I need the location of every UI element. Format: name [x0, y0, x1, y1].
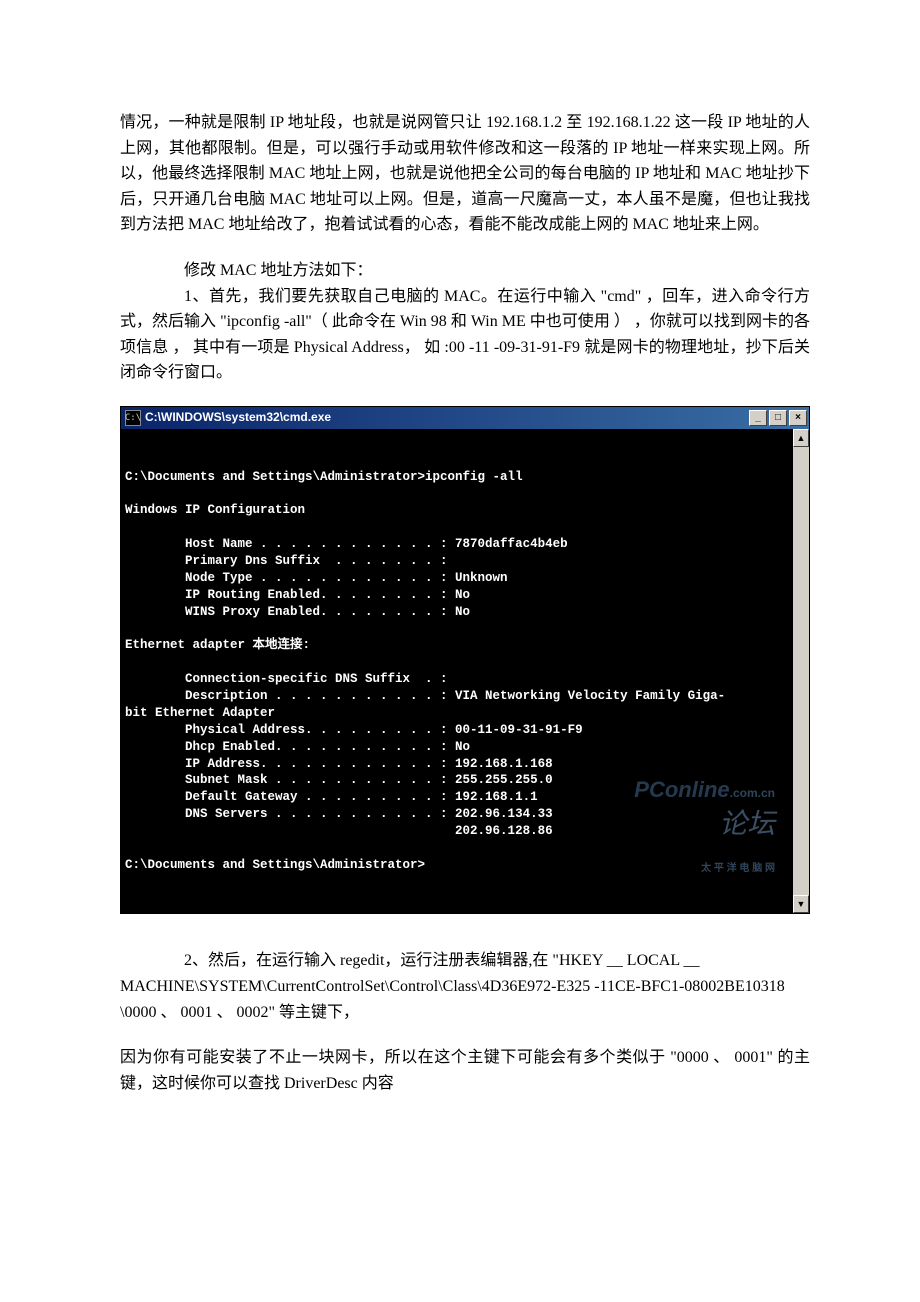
method-step-1: 1、首先，我们要先获取自己电脑的 MAC。在运行中输入 "cmd" ，回车，进入…	[120, 284, 810, 386]
maximize-button[interactable]: □	[769, 410, 787, 426]
scroll-up-button[interactable]: ▲	[793, 429, 809, 447]
cmd-output[interactable]: C:\Documents and Settings\Administrator>…	[121, 429, 793, 914]
cmd-body-wrap: C:\Documents and Settings\Administrator>…	[121, 429, 809, 914]
cmd-titlebar[interactable]: C:\ C:\WINDOWS\system32\cmd.exe _ □ ×	[121, 407, 809, 429]
close-button[interactable]: ×	[789, 410, 807, 426]
watermark-forum: 论坛	[719, 808, 775, 839]
scroll-track[interactable]	[793, 447, 809, 896]
document-page: 情况，一种就是限制 IP 地址段，也就是说网管只让 192.168.1.2 至 …	[0, 0, 920, 1176]
paragraph-4: 因为你有可能安装了不止一块网卡，所以在这个主键下可能会有多个类似于 "0000 …	[120, 1045, 810, 1096]
paragraph-2: 修改 MAC 地址方法如下： 1、首先，我们要先获取自己电脑的 MAC。在运行中…	[120, 258, 810, 386]
watermark-cn: 太 平 洋 电 脑 网	[701, 863, 775, 874]
cmd-window: C:\ C:\WINDOWS\system32\cmd.exe _ □ × C:…	[120, 406, 810, 915]
scroll-down-button[interactable]: ▼	[793, 895, 809, 913]
cmd-text: C:\Documents and Settings\Administrator>…	[125, 470, 725, 872]
cmd-app-icon: C:\	[125, 410, 141, 426]
cmd-scrollbar[interactable]: ▲ ▼	[793, 429, 809, 914]
cmd-title-left: C:\ C:\WINDOWS\system32\cmd.exe	[125, 408, 331, 427]
paragraph-3: 2、然后，在运行输入 regedit，运行注册表编辑器,在 "HKEY __ L…	[120, 948, 810, 1025]
minimize-button[interactable]: _	[749, 410, 767, 426]
paragraph-1: 情况，一种就是限制 IP 地址段，也就是说网管只让 192.168.1.2 至 …	[120, 110, 810, 238]
method-title: 修改 MAC 地址方法如下：	[120, 258, 810, 284]
watermark-logo: PConline	[634, 777, 729, 802]
window-controls: _ □ ×	[749, 410, 807, 426]
watermark-domain: .com.cn	[730, 786, 775, 800]
watermark: PConline.com.cn 论坛 太 平 洋 电 脑 网	[601, 759, 775, 892]
cmd-title-text: C:\WINDOWS\system32\cmd.exe	[145, 408, 331, 427]
